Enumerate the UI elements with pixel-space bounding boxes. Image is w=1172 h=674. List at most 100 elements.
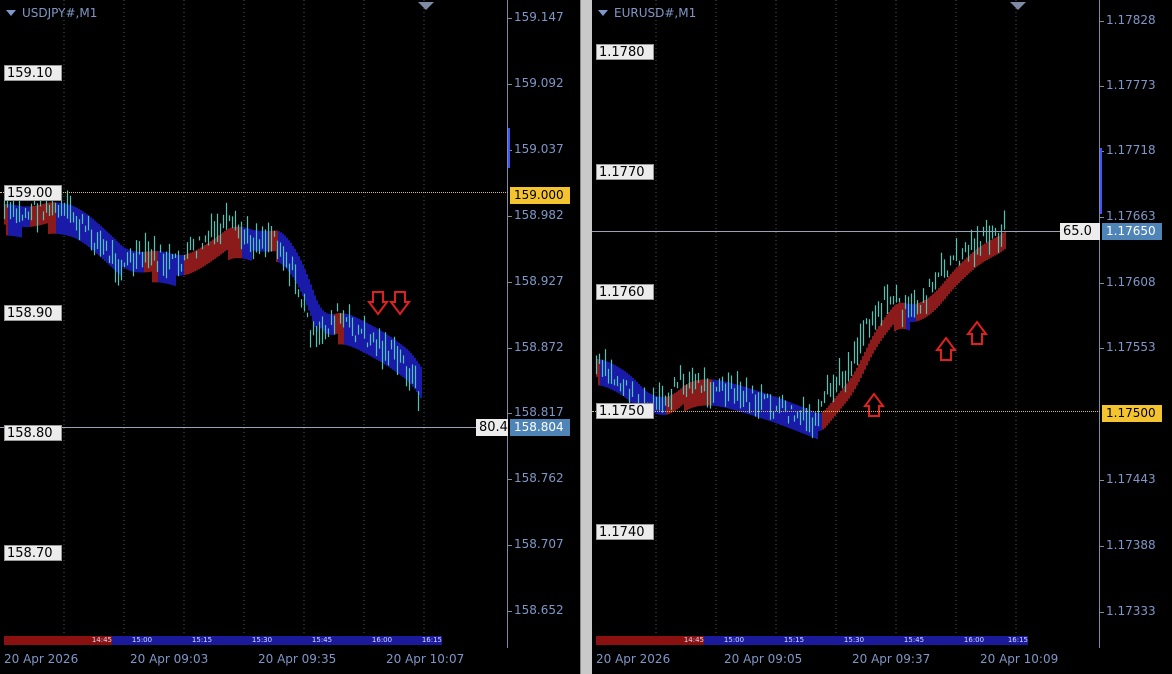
price-label-2: 1.1770 — [596, 164, 654, 180]
ema-ribbon-segment — [698, 379, 700, 407]
ema-ribbon-segment — [356, 317, 358, 350]
session-label-6: 16:00 — [944, 636, 1004, 645]
ema-ribbon-segment — [786, 401, 788, 428]
axis-tick: 1.17718 — [1106, 143, 1156, 157]
ema-ribbon-segment — [392, 338, 394, 370]
price-label-4: 158.80 — [4, 425, 62, 441]
eurusd-chart-title[interactable]: EURUSD#,M1 — [598, 6, 696, 20]
ema-ribbon-segment — [606, 361, 608, 388]
ema-ribbon-segment — [416, 360, 418, 393]
chart-shift-marker-icon[interactable] — [1010, 2, 1026, 10]
current-price-badge: 158.804 — [510, 419, 570, 436]
eurusd-symbol-label: EURUSD#,M1 — [614, 6, 697, 20]
arrow-down-icon — [389, 291, 411, 316]
time-label-2: 20 Apr 09:05 — [724, 652, 803, 666]
ema-ribbon-segment — [310, 284, 312, 316]
usdjpy-chart-title[interactable]: USDJPY#,M1 — [6, 6, 97, 20]
ema-ribbon-segment — [210, 241, 212, 262]
ema-ribbon-segment — [708, 379, 710, 406]
axis-tick: 1.17443 — [1106, 472, 1156, 486]
usdjpy-symbol-label: USDJPY#,M1 — [22, 6, 98, 20]
ema-ribbon-segment — [838, 393, 840, 412]
session-label-6: 16:00 — [352, 636, 412, 645]
axis-scale-indicator — [1100, 148, 1102, 214]
ema-ribbon-segment — [204, 245, 206, 266]
ema-ribbon-segment — [934, 292, 936, 311]
ema-ribbon-segment — [1002, 232, 1004, 251]
price-label-1: 1.1780 — [596, 44, 654, 60]
axis-tick: 1.17608 — [1106, 275, 1156, 289]
ema-ribbon-segment — [624, 371, 626, 398]
ema-ribbon-segment — [870, 339, 872, 358]
chevron-down-icon[interactable] — [598, 10, 608, 16]
session-label-3: 15:15 — [172, 636, 232, 645]
ema-ribbon-segment — [938, 288, 940, 306]
ema-ribbon-segment — [822, 411, 824, 430]
ema-ribbon-segment — [868, 343, 870, 362]
time-label-1: 20 Apr 2026 — [596, 652, 671, 666]
ema-ribbon-segment — [332, 314, 334, 335]
usdjpy-chart-panel[interactable]: USDJPY#,M1 159.10 159.00 158.90 158.80 1… — [0, 0, 580, 674]
axis-tick: 158.817 — [514, 405, 564, 419]
chevron-down-icon[interactable] — [6, 10, 16, 16]
eurusd-price-axis[interactable]: 1.17828 1.17773 1.17718 1.17663 1.17608 … — [1100, 0, 1172, 648]
ema-ribbon-segment — [950, 273, 952, 292]
chart-shift-marker-icon[interactable] — [418, 2, 434, 10]
ema-ribbon-segment — [138, 251, 140, 273]
ema-ribbon-segment — [930, 295, 932, 314]
price-label-5: 1.1740 — [596, 524, 654, 540]
ema-ribbon-segment — [232, 227, 234, 259]
ema-ribbon-segment — [410, 352, 412, 385]
arrow-up-icon — [935, 336, 957, 361]
ema-ribbon-segment — [68, 204, 70, 237]
ema-ribbon-segment — [146, 251, 148, 273]
current-price-line — [0, 427, 508, 428]
session-label-7: 16:15 — [412, 636, 442, 645]
arrow-down-icon — [367, 291, 389, 316]
session-time-bar: 14:45 15:00 15:15 15:30 15:45 16:00 16:1… — [596, 636, 1028, 645]
ema-ribbon-segment — [336, 313, 338, 334]
alert-level-line[interactable] — [592, 411, 1100, 412]
eurusd-chart-panel[interactable]: EURUSD#,M1 1.1780 1.1770 1.1760 1.1750 1… — [592, 0, 1172, 674]
ema-ribbon-segment — [420, 366, 422, 399]
ema-ribbon-segment — [824, 410, 826, 428]
ema-ribbon-segment — [40, 204, 42, 226]
ema-ribbon-segment — [206, 243, 208, 265]
ema-ribbon-segment — [360, 319, 362, 352]
ema-ribbon-segment — [820, 412, 822, 431]
ema-ribbon-segment — [212, 239, 214, 261]
ema-ribbon-segment — [674, 393, 676, 411]
ema-ribbon-segment — [222, 232, 224, 253]
ema-ribbon-segment — [272, 230, 274, 252]
ema-ribbon-segment — [990, 239, 992, 258]
ema-ribbon-segment — [942, 283, 944, 302]
ema-ribbon-segment — [946, 278, 948, 297]
ema-ribbon-segment — [960, 263, 962, 282]
ema-ribbon-segment — [174, 254, 176, 286]
axis-scale-indicator — [508, 128, 510, 168]
ema-ribbon-segment — [326, 313, 328, 334]
usdjpy-price-axis[interactable]: 159.147 159.092 159.037 158.982 158.927 … — [508, 0, 580, 648]
ema-ribbon-segment — [714, 379, 716, 406]
ema-ribbon-segment — [122, 246, 124, 268]
ema-ribbon-segment — [338, 313, 340, 345]
ema-ribbon-segment — [924, 299, 926, 318]
ema-ribbon-segment — [218, 235, 220, 256]
ema-ribbon-segment — [312, 289, 314, 322]
ema-ribbon-segment — [1004, 231, 1006, 250]
ema-ribbon-segment — [848, 380, 850, 399]
ema-ribbon-segment — [874, 332, 876, 351]
ema-ribbon-segment — [912, 304, 914, 323]
ema-ribbon-segment — [386, 334, 388, 366]
usdjpy-plot-area[interactable]: USDJPY#,M1 159.10 159.00 158.90 158.80 1… — [0, 0, 508, 648]
usdjpy-price-chart — [3, 0, 425, 636]
ema-ribbon-segment — [34, 205, 36, 227]
alert-level-line[interactable] — [0, 192, 508, 193]
ema-ribbon-segment — [888, 312, 890, 330]
price-label-5: 158.70 — [4, 545, 62, 561]
ema-ribbon-segment — [676, 391, 678, 410]
ema-ribbon-segment — [978, 247, 980, 266]
ema-ribbon-segment — [6, 204, 8, 236]
eurusd-plot-area[interactable]: EURUSD#,M1 1.1780 1.1770 1.1760 1.1750 1… — [592, 0, 1100, 648]
ema-ribbon-segment — [366, 322, 368, 355]
